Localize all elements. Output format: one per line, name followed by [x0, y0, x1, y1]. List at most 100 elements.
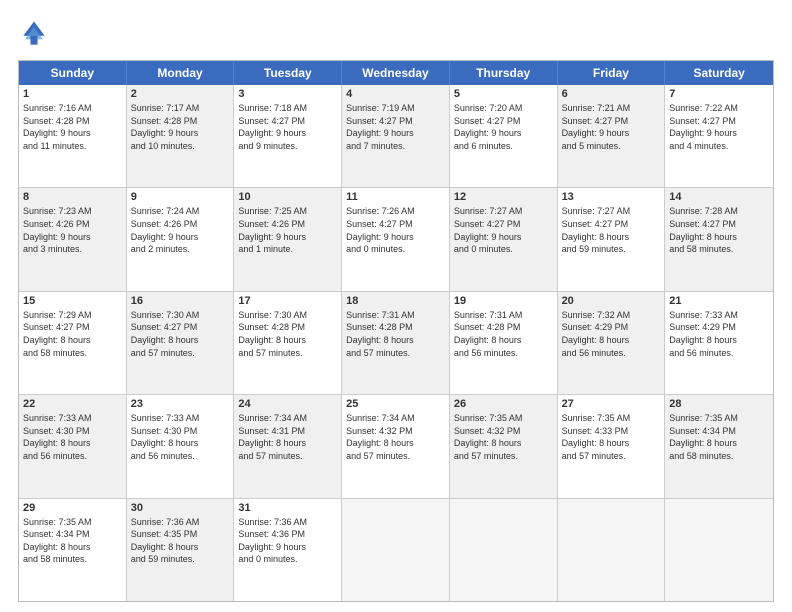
day-number: 7 — [669, 88, 769, 100]
day-number: 14 — [669, 191, 769, 203]
cell-info: Sunrise: 7:33 AM Sunset: 4:30 PM Dayligh… — [131, 412, 230, 462]
calendar-cell: 28 Sunrise: 7:35 AM Sunset: 4:34 PM Dayli… — [665, 395, 773, 497]
day-number: 4 — [346, 88, 445, 100]
weekday-header: Sunday — [19, 61, 127, 85]
calendar-cell: 9Sunrise: 7:24 AM Sunset: 4:26 PM Daylig… — [127, 188, 235, 290]
calendar-cell: 25 Sunrise: 7:34 AM Sunset: 4:32 PM Dayli… — [342, 395, 450, 497]
calendar-cell: 30 Sunrise: 7:36 AM Sunset: 4:35 PM Dayli… — [127, 499, 235, 601]
cell-info: Sunrise: 7:36 AM Sunset: 4:35 PM Dayligh… — [131, 516, 230, 566]
weekday-header: Monday — [127, 61, 235, 85]
day-number: 5 — [454, 88, 553, 100]
day-number: 9 — [131, 191, 230, 203]
day-number: 30 — [131, 502, 230, 514]
calendar-row: 22 Sunrise: 7:33 AM Sunset: 4:30 PM Dayli… — [19, 395, 773, 498]
calendar-cell: 3 Sunrise: 7:18 AM Sunset: 4:27 PM Daylig… — [234, 85, 342, 187]
calendar-cell: 17 Sunrise: 7:30 AM Sunset: 4:28 PM Dayli… — [234, 292, 342, 394]
logo — [18, 18, 54, 50]
day-number: 1 — [23, 88, 122, 100]
cell-info: Sunrise: 7:31 AM Sunset: 4:28 PM Dayligh… — [346, 309, 445, 359]
calendar-cell — [665, 499, 773, 601]
cell-info: Sunrise: 7:35 AM Sunset: 4:33 PM Dayligh… — [562, 412, 661, 462]
calendar-cell: 10 Sunrise: 7:25 AM Sunset: 4:26 PM Dayli… — [234, 188, 342, 290]
cell-info: Sunrise: 7:35 AM Sunset: 4:34 PM Dayligh… — [23, 516, 122, 566]
cell-info: Sunrise: 7:28 AM Sunset: 4:27 PM Dayligh… — [669, 205, 769, 255]
day-number: 28 — [669, 398, 769, 410]
weekday-header: Tuesday — [234, 61, 342, 85]
calendar-cell: 2 Sunrise: 7:17 AM Sunset: 4:28 PM Daylig… — [127, 85, 235, 187]
calendar-cell: 22 Sunrise: 7:33 AM Sunset: 4:30 PM Dayli… — [19, 395, 127, 497]
day-number: 17 — [238, 295, 337, 307]
calendar-cell: 5 Sunrise: 7:20 AM Sunset: 4:27 PM Daylig… — [450, 85, 558, 187]
calendar-cell — [558, 499, 666, 601]
day-number: 10 — [238, 191, 337, 203]
cell-info: Sunrise: 7:35 AM Sunset: 4:34 PM Dayligh… — [669, 412, 769, 462]
page: SundayMondayTuesdayWednesdayThursdayFrid… — [0, 0, 792, 612]
calendar-cell: 11 Sunrise: 7:26 AM Sunset: 4:27 PM Dayli… — [342, 188, 450, 290]
cell-info: Sunrise: 7:21 AM Sunset: 4:27 PM Dayligh… — [562, 102, 661, 152]
cell-info: Sunrise: 7:30 AM Sunset: 4:28 PM Dayligh… — [238, 309, 337, 359]
day-number: 12 — [454, 191, 553, 203]
calendar-cell: 18Sunrise: 7:31 AM Sunset: 4:28 PM Dayli… — [342, 292, 450, 394]
cell-info: Sunrise: 7:27 AM Sunset: 4:27 PM Dayligh… — [562, 205, 661, 255]
calendar-cell: 24Sunrise: 7:34 AM Sunset: 4:31 PM Dayli… — [234, 395, 342, 497]
cell-info: Sunrise: 7:22 AM Sunset: 4:27 PM Dayligh… — [669, 102, 769, 152]
calendar-cell: 26 Sunrise: 7:35 AM Sunset: 4:32 PM Dayli… — [450, 395, 558, 497]
cell-info: Sunrise: 7:36 AM Sunset: 4:36 PM Dayligh… — [238, 516, 337, 566]
calendar-cell: 7 Sunrise: 7:22 AM Sunset: 4:27 PM Daylig… — [665, 85, 773, 187]
day-number: 16 — [131, 295, 230, 307]
calendar-cell: 8Sunrise: 7:23 AM Sunset: 4:26 PM Daylig… — [19, 188, 127, 290]
day-number: 25 — [346, 398, 445, 410]
day-number: 6 — [562, 88, 661, 100]
day-number: 29 — [23, 502, 122, 514]
cell-info: Sunrise: 7:32 AM Sunset: 4:29 PM Dayligh… — [562, 309, 661, 359]
header — [18, 18, 774, 50]
calendar-row: 29 Sunrise: 7:35 AM Sunset: 4:34 PM Dayli… — [19, 499, 773, 601]
calendar-cell: 31 Sunrise: 7:36 AM Sunset: 4:36 PM Dayli… — [234, 499, 342, 601]
day-number: 27 — [562, 398, 661, 410]
logo-icon — [18, 18, 50, 50]
calendar-cell: 21Sunrise: 7:33 AM Sunset: 4:29 PM Dayli… — [665, 292, 773, 394]
day-number: 31 — [238, 502, 337, 514]
calendar-cell — [450, 499, 558, 601]
cell-info: Sunrise: 7:31 AM Sunset: 4:28 PM Dayligh… — [454, 309, 553, 359]
calendar-cell: 6 Sunrise: 7:21 AM Sunset: 4:27 PM Daylig… — [558, 85, 666, 187]
calendar-cell: 14 Sunrise: 7:28 AM Sunset: 4:27 PM Dayli… — [665, 188, 773, 290]
cell-info: Sunrise: 7:16 AM Sunset: 4:28 PM Dayligh… — [23, 102, 122, 152]
day-number: 24 — [238, 398, 337, 410]
day-number: 2 — [131, 88, 230, 100]
calendar-cell: 12Sunrise: 7:27 AM Sunset: 4:27 PM Dayli… — [450, 188, 558, 290]
cell-info: Sunrise: 7:17 AM Sunset: 4:28 PM Dayligh… — [131, 102, 230, 152]
day-number: 26 — [454, 398, 553, 410]
calendar-row: 1 Sunrise: 7:16 AM Sunset: 4:28 PM Daylig… — [19, 85, 773, 188]
cell-info: Sunrise: 7:26 AM Sunset: 4:27 PM Dayligh… — [346, 205, 445, 255]
calendar-cell: 29 Sunrise: 7:35 AM Sunset: 4:34 PM Dayli… — [19, 499, 127, 601]
weekday-header: Friday — [558, 61, 666, 85]
cell-info: Sunrise: 7:34 AM Sunset: 4:32 PM Dayligh… — [346, 412, 445, 462]
cell-info: Sunrise: 7:33 AM Sunset: 4:30 PM Dayligh… — [23, 412, 122, 462]
calendar-cell: 16 Sunrise: 7:30 AM Sunset: 4:27 PM Dayli… — [127, 292, 235, 394]
calendar-row: 8Sunrise: 7:23 AM Sunset: 4:26 PM Daylig… — [19, 188, 773, 291]
cell-info: Sunrise: 7:18 AM Sunset: 4:27 PM Dayligh… — [238, 102, 337, 152]
day-number: 11 — [346, 191, 445, 203]
calendar-cell: 27 Sunrise: 7:35 AM Sunset: 4:33 PM Dayli… — [558, 395, 666, 497]
calendar-cell: 4 Sunrise: 7:19 AM Sunset: 4:27 PM Daylig… — [342, 85, 450, 187]
cell-info: Sunrise: 7:33 AM Sunset: 4:29 PM Dayligh… — [669, 309, 769, 359]
cell-info: Sunrise: 7:29 AM Sunset: 4:27 PM Dayligh… — [23, 309, 122, 359]
calendar-cell: 15Sunrise: 7:29 AM Sunset: 4:27 PM Dayli… — [19, 292, 127, 394]
weekday-header: Saturday — [665, 61, 773, 85]
calendar-cell: 20 Sunrise: 7:32 AM Sunset: 4:29 PM Dayli… — [558, 292, 666, 394]
cell-info: Sunrise: 7:25 AM Sunset: 4:26 PM Dayligh… — [238, 205, 337, 255]
cell-info: Sunrise: 7:30 AM Sunset: 4:27 PM Dayligh… — [131, 309, 230, 359]
day-number: 22 — [23, 398, 122, 410]
day-number: 20 — [562, 295, 661, 307]
cell-info: Sunrise: 7:19 AM Sunset: 4:27 PM Dayligh… — [346, 102, 445, 152]
day-number: 3 — [238, 88, 337, 100]
calendar-header: SundayMondayTuesdayWednesdayThursdayFrid… — [19, 61, 773, 85]
weekday-header: Wednesday — [342, 61, 450, 85]
cell-info: Sunrise: 7:35 AM Sunset: 4:32 PM Dayligh… — [454, 412, 553, 462]
calendar-cell: 19Sunrise: 7:31 AM Sunset: 4:28 PM Dayli… — [450, 292, 558, 394]
calendar-cell: 23Sunrise: 7:33 AM Sunset: 4:30 PM Dayli… — [127, 395, 235, 497]
cell-info: Sunrise: 7:20 AM Sunset: 4:27 PM Dayligh… — [454, 102, 553, 152]
calendar-cell — [342, 499, 450, 601]
calendar-row: 15Sunrise: 7:29 AM Sunset: 4:27 PM Dayli… — [19, 292, 773, 395]
